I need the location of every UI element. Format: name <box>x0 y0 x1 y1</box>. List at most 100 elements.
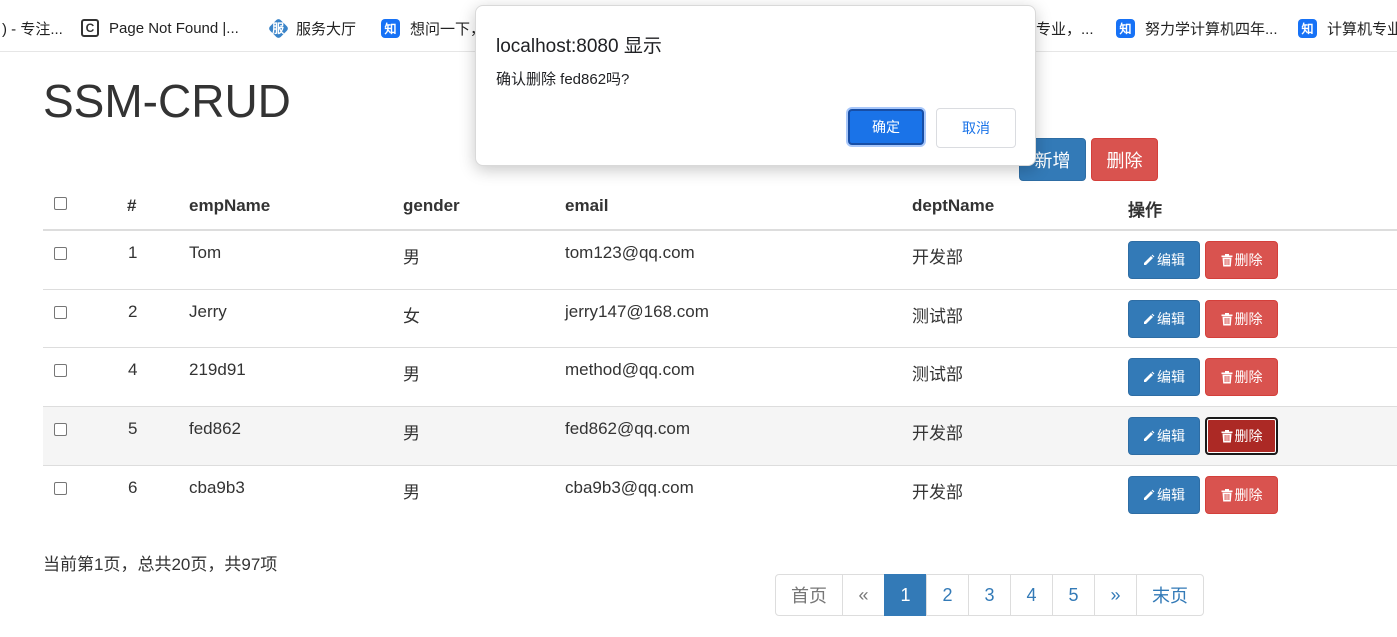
trash-svg <box>1221 429 1232 442</box>
bookmark-label: 想问一下， <box>410 20 486 38</box>
column-header-email: email <box>565 196 609 215</box>
delete-button-label: 删除 <box>1234 311 1263 327</box>
pencil-svg <box>1144 313 1155 324</box>
cell-empname: cba9b3 <box>189 478 245 497</box>
page-prev[interactable]: « <box>842 574 885 616</box>
column-header-gender: gender <box>403 196 460 215</box>
bookmark-item[interactable]: ) - 专注... <box>2 5 63 51</box>
pencil-icon <box>1143 313 1157 325</box>
cell-gender: 男 <box>403 365 420 384</box>
zhihu-icon: 知 <box>1116 18 1135 38</box>
row-checkbox[interactable] <box>54 247 67 260</box>
trash-svg <box>1221 253 1232 266</box>
edit-button-label: 编辑 <box>1157 311 1185 327</box>
delete-button[interactable]: 删除 <box>1205 300 1278 338</box>
bookmark-item[interactable]: 专业，... <box>1036 5 1094 51</box>
bookmark-label: ) - 专注... <box>2 20 63 38</box>
cell-gender: 男 <box>403 483 420 502</box>
page-info: 当前第1页，总共20页，共97项 <box>43 555 278 574</box>
cell-deptname: 测试部 <box>912 365 963 384</box>
delete-button-label: 删除 <box>1234 369 1263 385</box>
edit-button[interactable]: 编辑 <box>1128 417 1200 455</box>
pencil-icon <box>1143 254 1157 266</box>
table-row: 6 cba9b3 男 cba9b3@qq.com 开发部 编辑 删除 <box>43 466 1397 524</box>
trash-svg <box>1221 488 1232 501</box>
page-5[interactable]: 5 <box>1052 574 1095 616</box>
table-row: 1 Tom 男 tom123@qq.com 开发部 编辑 删除 <box>43 231 1397 289</box>
confirm-dialog: localhost:8080 显示 确认删除 fed862吗? 确定 取消 <box>475 5 1036 166</box>
bookmark-item[interactable]: 知 计算机专业 <box>1298 5 1397 51</box>
bookmark-item[interactable]: 服 服务大厅 <box>267 5 357 51</box>
cell-email: cba9b3@qq.com <box>565 478 694 497</box>
edit-button-label: 编辑 <box>1157 487 1185 503</box>
column-header-actions: 操作 <box>1128 201 1162 220</box>
pencil-icon <box>1143 430 1157 442</box>
dialog-message: 确认删除 fed862吗? <box>496 71 630 88</box>
edit-button[interactable]: 编辑 <box>1128 476 1200 514</box>
cell-deptname: 开发部 <box>912 424 963 443</box>
cell-email: fed862@qq.com <box>565 419 691 438</box>
cell-email: tom123@qq.com <box>565 243 695 262</box>
edit-button-label: 编辑 <box>1157 252 1185 268</box>
bookmark-label: 专业，... <box>1036 20 1094 38</box>
page-last[interactable]: 末页 <box>1136 574 1204 616</box>
dialog-cancel-button[interactable]: 取消 <box>936 108 1016 148</box>
dialog-ok-button[interactable]: 确定 <box>848 109 924 145</box>
delete-button[interactable]: 删除 <box>1205 241 1278 279</box>
bookmark-label: 努力学计算机四年... <box>1145 20 1278 38</box>
pencil-svg <box>1144 489 1155 500</box>
cell-gender: 女 <box>403 307 420 326</box>
row-checkbox[interactable] <box>54 423 67 436</box>
trash-icon <box>1221 488 1235 502</box>
bookmark-item[interactable]: C Page Not Found |... <box>81 5 239 51</box>
bookmark-item[interactable]: 知 努力学计算机四年... <box>1116 5 1278 51</box>
row-checkbox[interactable] <box>54 306 67 319</box>
bookmark-label: 服务大厅 <box>296 20 357 38</box>
column-header-empname: empName <box>189 196 271 215</box>
csdn-icon: C <box>81 19 99 37</box>
trash-icon <box>1221 370 1235 384</box>
page-first[interactable]: 首页 <box>775 574 843 616</box>
pencil-icon <box>1143 371 1157 383</box>
cell-id: 5 <box>128 419 138 438</box>
cell-id: 2 <box>128 302 138 321</box>
row-checkbox[interactable] <box>54 364 67 377</box>
cell-empname: 219d91 <box>189 360 246 379</box>
trash-svg <box>1221 312 1232 325</box>
cell-empname: fed862 <box>189 419 241 438</box>
cell-email: jerry147@168.com <box>565 302 709 321</box>
page-2[interactable]: 2 <box>926 574 969 616</box>
pencil-icon <box>1143 489 1157 501</box>
page-3[interactable]: 3 <box>968 574 1011 616</box>
delete-button-label: 删除 <box>1234 428 1263 444</box>
row-checkbox[interactable] <box>54 482 67 495</box>
cell-empname: Tom <box>189 243 222 262</box>
edit-button-label: 编辑 <box>1157 428 1185 444</box>
service-hall-icon: 服 <box>267 17 290 39</box>
page-title: SSM-CRUD <box>43 75 291 127</box>
edit-button[interactable]: 编辑 <box>1128 358 1200 396</box>
select-all-checkbox[interactable] <box>54 197 67 210</box>
delete-button[interactable]: 删除 <box>1205 417 1278 455</box>
pagination: 首页 « 1 2 3 4 5 » 末页 <box>775 574 1204 616</box>
zhihu-icon: 知 <box>381 18 400 38</box>
bookmark-label: Page Not Found |... <box>109 19 239 37</box>
cell-id: 4 <box>128 360 138 379</box>
page-1[interactable]: 1 <box>884 574 927 616</box>
edit-button[interactable]: 编辑 <box>1128 300 1200 338</box>
delete-button[interactable]: 删除 <box>1205 358 1278 396</box>
bookmark-item[interactable]: 知 想问一下， <box>381 5 485 51</box>
delete-button[interactable]: 删除 <box>1205 476 1278 514</box>
cell-deptname: 测试部 <box>912 307 963 326</box>
trash-svg <box>1221 370 1232 383</box>
batch-delete-button[interactable]: 删除 <box>1091 138 1158 181</box>
table-row: 5 fed862 男 fed862@qq.com 开发部 编辑 删除 <box>43 407 1397 465</box>
cell-gender: 男 <box>403 248 420 267</box>
page-next[interactable]: » <box>1094 574 1137 616</box>
column-header-deptname: deptName <box>912 196 995 215</box>
bookmark-label: 计算机专业 <box>1327 20 1397 38</box>
trash-icon <box>1221 429 1235 443</box>
edit-button[interactable]: 编辑 <box>1128 241 1200 279</box>
page-4[interactable]: 4 <box>1010 574 1053 616</box>
cell-gender: 男 <box>403 424 420 443</box>
